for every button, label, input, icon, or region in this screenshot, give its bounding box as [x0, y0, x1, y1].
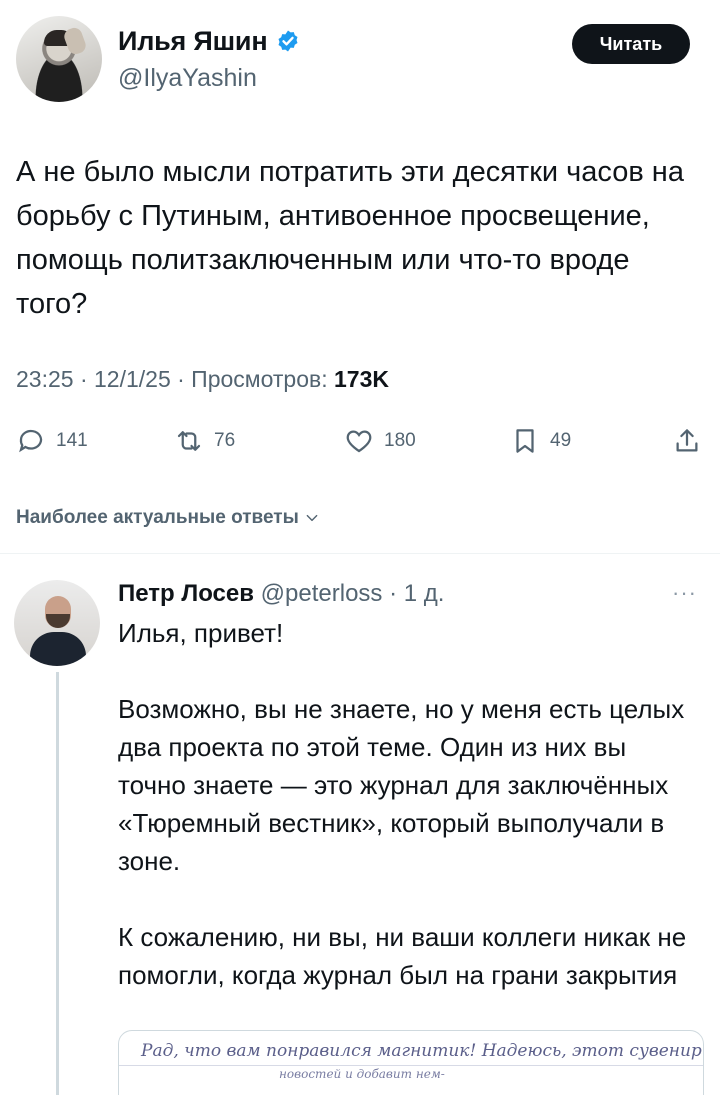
author-avatar[interactable] — [16, 16, 102, 102]
like-count: 180 — [384, 430, 416, 451]
share-icon — [676, 429, 698, 452]
share-button[interactable] — [672, 426, 702, 456]
bookmark-icon — [516, 429, 534, 453]
follow-button[interactable]: Читать — [572, 24, 690, 64]
sort-label: Наиболее актуальные ответы — [16, 507, 299, 528]
tweet-meta: 23:25 · 12/1/25 · Просмотров: 173K — [16, 366, 389, 393]
chevron-down-icon — [306, 514, 318, 522]
repost-count: 76 — [214, 430, 236, 451]
avatar-hand — [62, 25, 88, 57]
like-button[interactable]: 180 — [344, 426, 416, 456]
action-bar: 141 76 180 49 — [16, 426, 706, 462]
reply-count: 141 — [56, 430, 88, 451]
reply-timestamp[interactable]: · 1 д. — [389, 580, 444, 607]
tweet-timestamp[interactable]: 23:25 · 12/1/25 · Просмотров: — [16, 366, 334, 392]
handwritten-note-line-1: Рад, что вам понравился магнитик! Надеюс… — [141, 1041, 702, 1061]
section-divider — [0, 553, 720, 554]
bookmark-button[interactable]: 49 — [510, 426, 571, 456]
author-name[interactable]: Илья Яшин — [118, 26, 268, 57]
reply-button[interactable]: 141 — [16, 426, 88, 456]
paper-rule-line — [119, 1065, 703, 1066]
reply-header: Петр Лосев @peterloss · 1 д. — [118, 580, 444, 608]
handwritten-note-line-2: новостей и добавит нем- — [279, 1067, 445, 1081]
author-handle[interactable]: @IlyaYashin — [118, 64, 257, 93]
heart-icon — [346, 430, 372, 453]
tweet-text: А не было мысли потратить эти десятки ча… — [16, 156, 684, 320]
avatar-body — [30, 632, 86, 666]
reply-author-handle[interactable]: @peterloss — [261, 580, 383, 607]
more-options-icon[interactable]: ··· — [672, 580, 697, 606]
thread-line — [56, 672, 59, 1095]
verified-badge-icon — [278, 30, 298, 52]
repost-button[interactable]: 76 — [174, 426, 235, 456]
reply-bubble-icon — [19, 429, 43, 453]
repost-icon — [177, 431, 201, 451]
reply-attached-image[interactable]: Рад, что вам понравился магнитик! Надеюс… — [118, 1030, 704, 1095]
bookmark-count: 49 — [550, 430, 572, 451]
reply-author-name[interactable]: Петр Лосев — [118, 580, 254, 607]
replies-sort-selector[interactable]: Наиболее актуальные ответы — [16, 507, 319, 529]
avatar-beard — [46, 614, 70, 628]
view-count: 173K — [334, 366, 389, 392]
reply-author-avatar[interactable] — [14, 580, 100, 666]
reply-text: Илья, привет! Возможно, вы не знаете, но… — [118, 618, 687, 990]
